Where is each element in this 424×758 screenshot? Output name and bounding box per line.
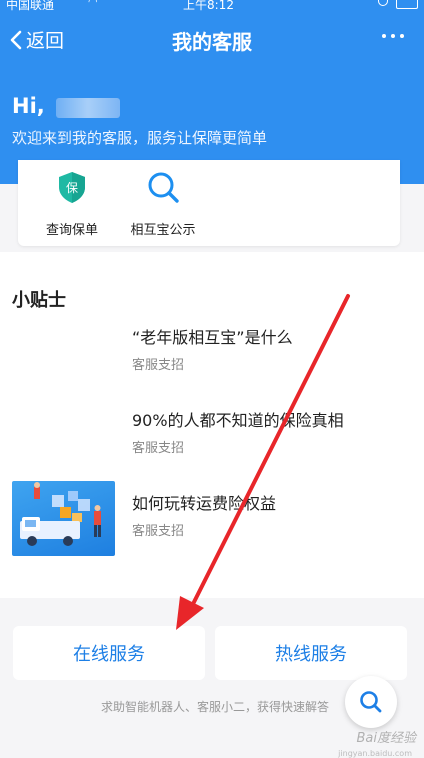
mutual-aid-notice-button[interactable]: 相互宝公示: [123, 170, 203, 238]
page-title: 我的客服: [172, 30, 252, 54]
tip-item[interactable]: 90%的人都不知道的保险真相 客服支招: [0, 407, 424, 485]
greeting: Hi,: [12, 94, 45, 118]
tip-source: 客服支招: [132, 441, 185, 456]
policy-shield-icon: 保: [59, 172, 85, 203]
policy-badge-char: 保: [66, 181, 78, 195]
header: 中国联通 ◠ 上午8:12 返回 我的客服 Hi, 欢迎来到我的客服，服务让保障…: [0, 0, 424, 184]
tip-item[interactable]: “老年版相互宝”是什么 客服支招: [0, 324, 424, 402]
tip-source: 客服支招: [132, 358, 185, 373]
nav-bar: 返回 我的客服: [0, 22, 424, 58]
search-icon: [148, 172, 179, 203]
tip-title: 90%的人都不知道的保险真相: [132, 411, 344, 430]
query-policy-button[interactable]: 保 查询保单: [32, 170, 112, 238]
watermark-url: jingyan.baidu.com: [338, 749, 412, 758]
battery-icon: [396, 0, 418, 9]
wifi-icon: ◠: [88, 0, 98, 8]
tips-section: 小贴士 “老年版相互宝”是什么 客服支招 90%的人都不知道的保险真相 客服支招: [0, 252, 424, 598]
tip-title: 如何玩转运费险权益: [132, 494, 277, 513]
tip-item[interactable]: 如何玩转运费险权益 客服支招: [0, 481, 424, 568]
query-policy-label: 查询保单: [45, 223, 98, 238]
watermark-logo: Bai度经验: [356, 731, 417, 746]
status-bar: 中国联通 ◠ 上午8:12: [0, 0, 424, 14]
rotation-lock-icon: [378, 0, 388, 6]
tip-title: “老年版相互宝”是什么: [132, 328, 293, 347]
mutual-aid-notice-label: 相互宝公示: [130, 223, 196, 238]
clock: 上午8:12: [183, 0, 234, 12]
more-icon[interactable]: [382, 30, 404, 40]
search-icon: [360, 691, 382, 713]
tips-title: 小贴士: [12, 290, 66, 311]
online-service-button[interactable]: 在线服务: [13, 626, 205, 680]
delivery-truck-illustration: [12, 481, 115, 556]
service-card: 保 查询保单 相互宝公示: [18, 160, 400, 246]
hotline-service-button[interactable]: 热线服务: [215, 626, 407, 680]
tip-source: 客服支招: [132, 524, 185, 539]
masked-username: [56, 98, 120, 118]
floating-search-button[interactable]: [345, 676, 397, 728]
carrier-label: 中国联通: [6, 0, 55, 12]
welcome-text: 欢迎来到我的客服，服务让保障更简单: [12, 129, 268, 147]
